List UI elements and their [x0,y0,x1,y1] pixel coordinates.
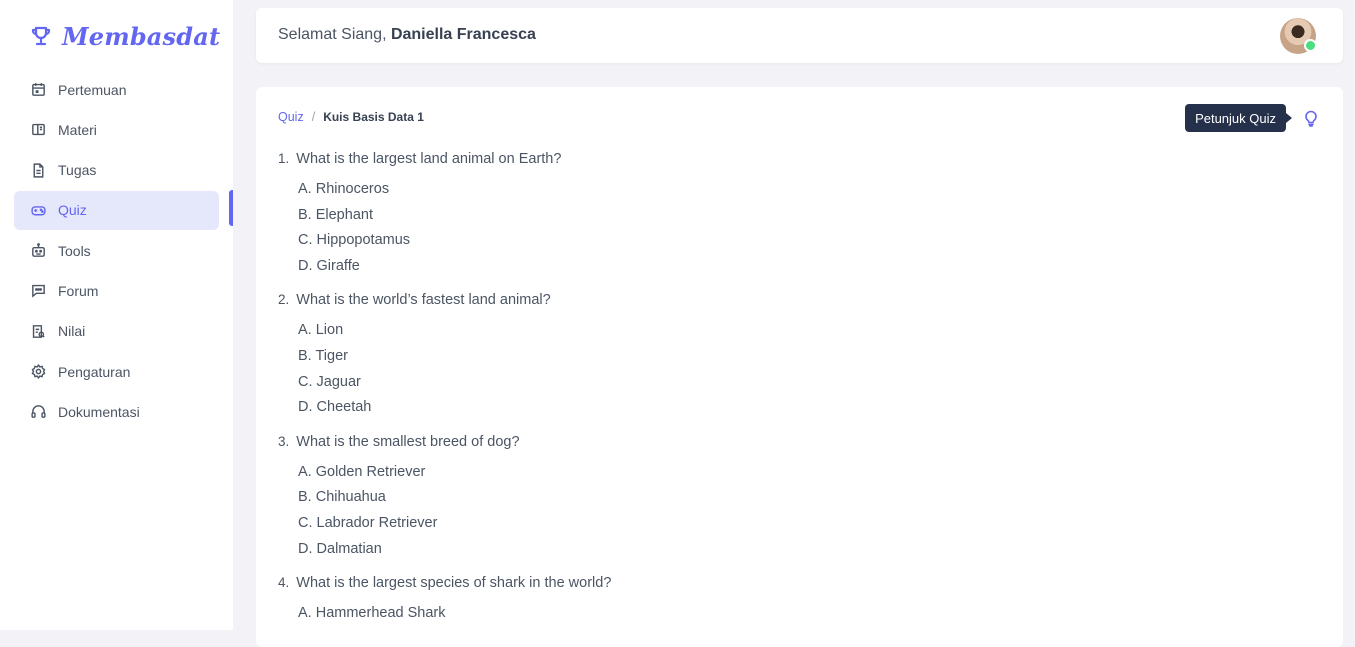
answer-option[interactable]: A. Golden Retriever [278,460,1278,486]
question-number: 4. [278,575,290,591]
question-list: 1. What is the largest land animal on Ear… [278,151,1278,640]
question-text: What is the world’s fastest land animal? [296,292,551,309]
sidebar-item-materi[interactable]: Materi [14,110,219,149]
gamepad-icon [30,202,47,219]
answer-option[interactable]: A. Lion [278,318,1278,344]
answer-option[interactable]: B. Tiger [278,344,1278,370]
lightbulb-icon[interactable] [1303,109,1319,127]
sidebar-item-label: Quiz [58,202,87,219]
quiz-card: Quiz / Kuis Basis Data 1 Petunjuk Quiz 1… [256,87,1343,647]
online-status-dot [1304,39,1317,52]
sidebar-item-label: Pertemuan [58,81,127,98]
active-indicator [229,190,233,226]
sidebar-item-pengaturan[interactable]: Pengaturan [14,352,219,391]
user-name: Daniella Francesca [390,26,536,43]
answer-option[interactable]: B. Elephant [278,203,1278,229]
question-text: What is the largest species of shark in … [296,575,612,592]
sidebar: Membasdat Pertemuan Materi Tugas Quiz To… [0,0,233,630]
calendar-icon [30,81,47,98]
breadcrumb-quiz-link[interactable]: Quiz [278,110,304,124]
sidebar-item-tools[interactable]: Tools [14,231,219,270]
answer-option[interactable]: D. Giraffe [278,254,1278,280]
sidebar-item-label: Dokumentasi [58,403,140,420]
answer-option[interactable]: C. Hippopotamus [278,228,1278,254]
hint-tooltip: Petunjuk Quiz [1185,104,1292,132]
question-text: What is the largest land animal on Earth… [296,151,562,167]
question-number: 1. [278,151,290,166]
sidebar-item-label: Tools [58,242,91,259]
sidebar-nav: Pertemuan Materi Tugas Quiz Tools Forum … [14,70,219,433]
sidebar-item-tugas[interactable]: Tugas [14,151,219,190]
question-text: What is the smallest breed of dog? [296,433,520,450]
question-number: 3. [278,433,290,449]
gear-icon [30,363,47,380]
report-icon [30,323,47,340]
sidebar-item-label: Materi [58,121,97,138]
chat-icon [30,282,47,299]
breadcrumb: Quiz / Kuis Basis Data 1 [278,110,424,124]
question-item: 2. What is the world’s fastest land anima… [278,292,1278,420]
sidebar-item-pertemuan[interactable]: Pertemuan [14,70,219,109]
greeting: Selamat Siang, Daniella Francesca [278,26,536,44]
sidebar-item-label: Tugas [58,162,97,179]
book-icon [30,121,47,138]
sidebar-item-label: Pengaturan [58,363,131,380]
sidebar-item-label: Nilai [58,323,86,340]
question-item: 3. What is the smallest breed of dog? A. … [278,434,1278,562]
answer-option[interactable]: B. Chihuahua [278,485,1278,511]
headphones-icon [30,403,47,420]
sidebar-item-dokumentasi[interactable]: Dokumentasi [14,392,219,431]
answer-option[interactable]: D. Dalmatian [278,537,1278,563]
robot-icon [30,242,47,259]
sidebar-item-label: Forum [58,282,99,299]
question-number: 2. [278,292,290,308]
trophy-icon [29,24,53,48]
top-bar: Selamat Siang, Daniella Francesca [256,8,1343,63]
breadcrumb-current: Kuis Basis Data 1 [323,110,424,124]
answer-option[interactable]: C. Jaguar [278,370,1278,396]
question-item: 4. What is the largest species of shark i… [278,575,1278,627]
question-item: 1. What is the largest land animal on Ear… [278,151,1278,279]
answer-option[interactable]: A. Hammerhead Shark [278,601,1278,627]
answer-option[interactable]: C. Labrador Retriever [278,511,1278,537]
document-icon [30,162,47,179]
hint-tooltip-text: Petunjuk Quiz [1195,110,1276,126]
answer-option[interactable]: A. Rhinoceros [278,177,1278,203]
sidebar-item-forum[interactable]: Forum [14,271,219,310]
avatar[interactable] [1280,18,1317,54]
breadcrumb-separator: / [311,110,316,124]
answer-option[interactable]: D. Cheetah [278,395,1278,421]
brand-name: Membasdat [62,21,221,51]
greeting-prefix: Selamat Siang, [278,26,391,43]
brand-logo[interactable]: Membasdat [29,20,220,52]
sidebar-item-quiz[interactable]: Quiz [14,190,219,230]
sidebar-item-nilai[interactable]: Nilai [14,312,219,351]
